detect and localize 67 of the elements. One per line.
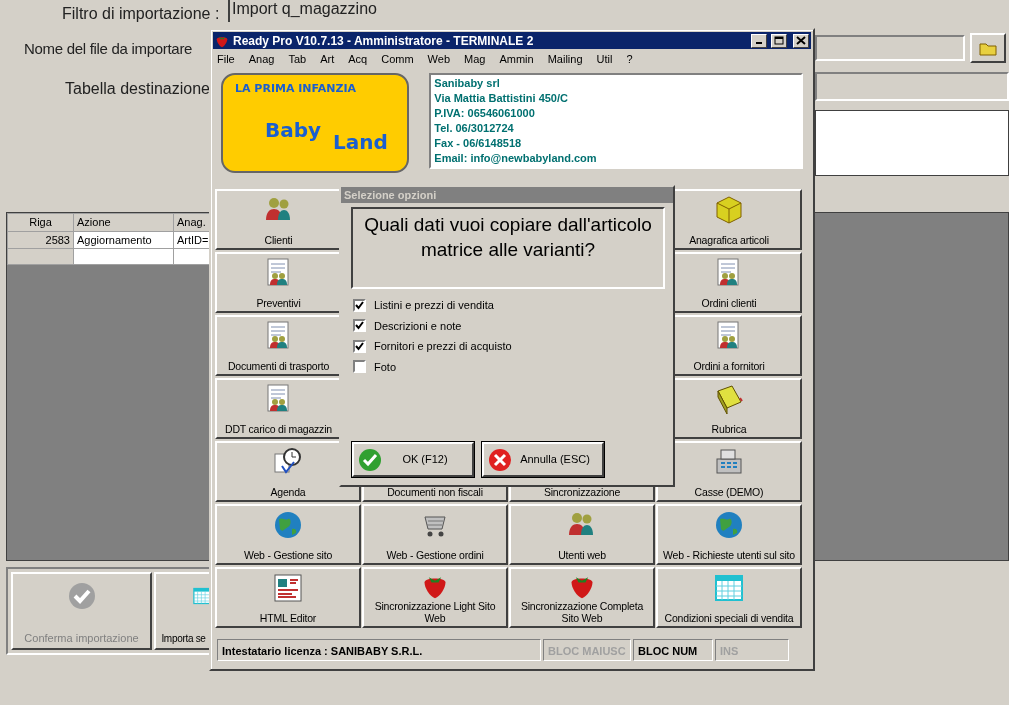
field-label: Filtro di importazione : [62, 4, 220, 24]
import-button[interactable]: Importa se [154, 572, 209, 650]
column-header: Azione [73, 213, 174, 231]
globe-icon [272, 509, 304, 541]
menu-item[interactable]: Util [596, 50, 613, 68]
menu-item[interactable]: Ammin [499, 50, 534, 68]
menu-tile[interactable]: Preventivi [215, 252, 342, 313]
minimize-icon [755, 42, 763, 45]
menu-item[interactable]: Mailing [547, 50, 583, 68]
menu-item[interactable]: Mag [464, 50, 486, 68]
checkbox[interactable] [353, 339, 366, 353]
menu-item[interactable]: Anag [248, 50, 275, 68]
question-text: Quali dati vuoi copiare dall'articolo matrice alle varianti? [351, 207, 665, 289]
box-icon [713, 194, 745, 226]
menu-tile[interactable]: Web - Richieste utenti sul sito [656, 504, 802, 565]
checkbox[interactable] [353, 298, 366, 312]
dialog-title: Selezione opzioni [341, 187, 673, 203]
menu-item[interactable]: Web [427, 50, 451, 68]
browse-button[interactable] [970, 33, 1006, 63]
menu-tile[interactable]: Condizioni speciali di vendita [656, 567, 802, 628]
globe-icon [713, 509, 745, 541]
option-label: Descrizioni e note [374, 318, 462, 334]
field-label: Nome del file da importare [24, 39, 193, 59]
menu-item[interactable]: Acq [348, 50, 368, 68]
company-info: Sanibaby srl Via Mattia Battistini 450/C P.IVA: 06546061000 Tel. 06/3012724 Fax - 06/6148518 Email: info@newbabyland.com [429, 73, 803, 169]
column-header: Riga [7, 213, 74, 231]
check-icon [358, 447, 382, 472]
checkbox[interactable] [353, 360, 366, 374]
menu-item[interactable]: Art [320, 50, 335, 68]
menu-tile[interactable]: Casse (DEMO) [656, 441, 802, 502]
minimize-button[interactable] [751, 33, 767, 48]
folder-icon [979, 40, 997, 56]
license-label: Intestatario licenza : SANIBABY S.R.L. [217, 639, 541, 661]
menu-tile[interactable]: Documenti di trasporto [215, 315, 342, 376]
logo: LA PRIMA INFANZIA Baby Land [221, 73, 410, 173]
window-title: Ready Pro V10.7.13 - Amministratore - TERMINALE 2 [233, 32, 535, 50]
status-indicator: BLOC NUM [633, 639, 713, 661]
menu-item[interactable]: Tab [288, 50, 307, 68]
menu-tile[interactable]: Sincronizzazione Completa Sito Web [509, 567, 655, 628]
table-field[interactable] [815, 72, 1009, 101]
menu-tile[interactable]: DDT carico di magazzin [215, 378, 342, 439]
dialog-button[interactable]: OK (F12) [352, 442, 474, 477]
menu-tile[interactable]: Utenti web [509, 504, 655, 565]
close-button[interactable] [793, 33, 809, 48]
option-label: Foto [374, 359, 396, 375]
close-icon [795, 35, 807, 46]
menu-item[interactable]: File [217, 50, 235, 68]
maximize-icon [773, 35, 785, 46]
maximize-button[interactable] [771, 33, 787, 48]
filter-field[interactable]: Import q_magazzino [228, 0, 1009, 22]
table-cell: Aggiornamento [73, 231, 174, 249]
menu-tile[interactable]: Sincronizzazione Light Sito Web [362, 567, 508, 628]
menu-tile[interactable]: Web - Gestione sito [215, 504, 361, 565]
dialog-button[interactable]: Annulla (ESC) [482, 442, 604, 477]
menu-tile[interactable]: Web - Gestione ordini [362, 504, 508, 565]
option-label: Listini e prezzi di vendita [374, 298, 494, 313]
menu-item[interactable]: ? [626, 50, 633, 68]
menu-tile[interactable]: Clienti [215, 189, 342, 250]
menu-tile[interactable]: HTML Editor [215, 567, 361, 628]
cancel-icon [488, 447, 512, 472]
field-label: Tabella destinazione [65, 79, 210, 99]
file-name-field[interactable] [815, 35, 965, 61]
menu-item[interactable]: Comm [381, 50, 414, 68]
editor-icon [272, 572, 304, 604]
checkbox[interactable] [353, 319, 366, 333]
calendar-icon [713, 572, 745, 604]
option-label: Fornitori e prezzi di acquisto [374, 339, 512, 354]
